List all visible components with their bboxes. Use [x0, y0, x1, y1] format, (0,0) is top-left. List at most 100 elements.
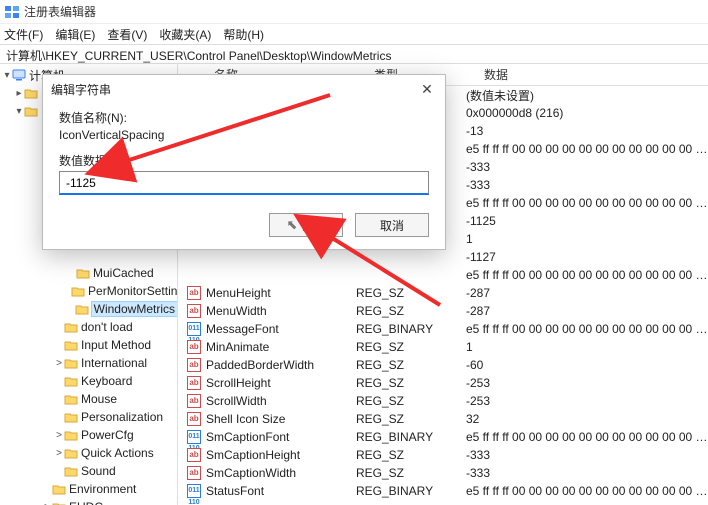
cell-data: e5 ff ff ff 00 00 00 00 00 00 00 00 00 0… [458, 430, 708, 444]
dialog-title: 编辑字符串 [51, 81, 111, 98]
list-row[interactable]: 011110SmCaptionFontREG_BINARYe5 ff ff ff… [178, 428, 708, 446]
cell-type: REG_SZ [348, 340, 458, 354]
list-row[interactable]: e5 ff ff ff 00 00 00 00 00 00 00 00 00 0… [178, 266, 708, 284]
cell-type: REG_BINARY [348, 322, 458, 336]
tree-label: PowerCfg [81, 428, 134, 442]
chevron-right-icon[interactable]: > [54, 358, 64, 369]
tree-item[interactable]: ▸Mouse [0, 390, 177, 408]
list-row[interactable]: 011110MessageFontREG_BINARYe5 ff ff ff 0… [178, 320, 708, 338]
cell-name: SmCaptionHeight [206, 448, 348, 462]
tree-label: Personalization [81, 410, 163, 424]
tree-item[interactable]: > Quick Actions [0, 444, 177, 462]
cell-type: REG_BINARY [348, 484, 458, 498]
value-name: IconVerticalSpacing [59, 128, 429, 142]
ok-button[interactable]: ⬉确定 [269, 213, 343, 237]
cell-type: REG_SZ [348, 304, 458, 318]
cell-name: Shell Icon Size [206, 412, 348, 426]
cell-data: e5 ff ff ff 00 00 00 00 00 00 00 00 00 0… [458, 484, 708, 498]
tree-label: Quick Actions [81, 446, 154, 460]
cell-name: SmCaptionFont [206, 430, 348, 444]
folder-icon [64, 410, 78, 424]
list-row[interactable]: 011110StatusFontREG_BINARYe5 ff ff ff 00… [178, 482, 708, 500]
tree-label: Input Method [81, 338, 151, 352]
value-data-input[interactable] [59, 171, 429, 195]
menu-view[interactable]: 查看(V) [107, 26, 147, 43]
cell-type: REG_SZ [348, 394, 458, 408]
tree-label: PerMonitorSettin [88, 284, 177, 298]
list-row[interactable]: abMinAnimateREG_SZ1 [178, 338, 708, 356]
list-row[interactable]: abSmCaptionWidthREG_SZ-333 [178, 464, 708, 482]
menubar: 文件(F) 编辑(E) 查看(V) 收藏夹(A) 帮助(H) [0, 24, 708, 44]
folder-icon [64, 446, 78, 460]
cell-data: -253 [458, 376, 708, 390]
list-row[interactable]: abSmCaptionHeightREG_SZ-333 [178, 446, 708, 464]
cell-name: MessageFont [206, 322, 348, 336]
list-row[interactable]: abScrollWidthREG_SZ-253 [178, 392, 708, 410]
cell-type: REG_SZ [348, 358, 458, 372]
cell-data: -60 [458, 358, 708, 372]
chevron-right-icon[interactable]: ▸ [14, 88, 24, 99]
cell-type: REG_SZ [348, 376, 458, 390]
string-value-icon: ab [187, 448, 201, 462]
tree-label: Environment [69, 482, 136, 496]
cell-data: 32 [458, 412, 708, 426]
cell-data: -333 [458, 178, 708, 192]
menu-help[interactable]: 帮助(H) [223, 26, 264, 43]
tree-item[interactable]: ▸WindowMetrics [0, 300, 177, 318]
cell-type: REG_SZ [348, 286, 458, 300]
cell-data: (数值未设置) [458, 87, 708, 104]
chevron-right-icon[interactable]: > [54, 448, 64, 459]
tree-item[interactable]: ▸MuiCached [0, 264, 177, 282]
tree-item[interactable]: ▸Input Method [0, 336, 177, 354]
tree-item[interactable]: ▸Sound [0, 462, 177, 480]
tree-label: EUDC [69, 500, 103, 505]
tree-label: WindowMetrics [92, 302, 177, 316]
tree-item[interactable]: ▸Environment [0, 480, 177, 498]
tree-item[interactable]: ▸Keyboard [0, 372, 177, 390]
cell-data: -253 [458, 394, 708, 408]
chevron-down-icon[interactable]: ▾ [14, 106, 24, 117]
folder-icon [52, 500, 66, 505]
string-value-icon: ab [187, 340, 201, 354]
titlebar: 注册表编辑器 [0, 0, 708, 24]
tree-item[interactable]: > PowerCfg [0, 426, 177, 444]
chevron-right-icon[interactable]: > [42, 502, 52, 505]
cancel-button[interactable]: 取消 [355, 213, 429, 237]
tree-item[interactable]: >International [0, 354, 177, 372]
tree-item[interactable]: ▸PerMonitorSettin [0, 282, 177, 300]
tree-item[interactable]: ▸don't load [0, 318, 177, 336]
menu-file[interactable]: 文件(F) [4, 26, 43, 43]
cell-data: -287 [458, 286, 708, 300]
tree-label: MuiCached [93, 266, 154, 280]
cell-type: REG_SZ [348, 448, 458, 462]
menu-edit[interactable]: 编辑(E) [55, 26, 95, 43]
folder-icon [64, 392, 78, 406]
col-data[interactable]: 数据 [476, 66, 708, 83]
list-row[interactable]: abMenuWidthREG_SZ-287 [178, 302, 708, 320]
tree-item[interactable]: ▸Personalization [0, 408, 177, 426]
edit-string-dialog: 编辑字符串 ✕ 数值名称(N): IconVerticalSpacing 数值数… [42, 74, 446, 250]
tree-label: Keyboard [81, 374, 132, 388]
window-title: 注册表编辑器 [24, 3, 96, 20]
dialog-titlebar[interactable]: 编辑字符串 ✕ [43, 75, 445, 103]
address-bar[interactable]: 计算机\HKEY_CURRENT_USER\Control Panel\Desk… [0, 44, 708, 64]
list-row[interactable]: abShell Icon SizeREG_SZ32 [178, 410, 708, 428]
list-row[interactable]: -1127 [178, 248, 708, 266]
folder-icon [24, 104, 38, 118]
cell-name: MinAnimate [206, 340, 348, 354]
list-row[interactable]: abScrollHeightREG_SZ-253 [178, 374, 708, 392]
chevron-right-icon[interactable]: > [54, 430, 64, 441]
list-row[interactable]: abPaddedBorderWidthREG_SZ-60 [178, 356, 708, 374]
binary-value-icon: 011110 [187, 430, 201, 444]
string-value-icon: ab [187, 286, 201, 300]
chevron-down-icon[interactable]: ▾ [2, 70, 12, 81]
tree-label: Sound [81, 464, 116, 478]
folder-icon [71, 284, 85, 298]
menu-favorites[interactable]: 收藏夹(A) [159, 26, 211, 43]
binary-value-icon: 011110 [187, 322, 201, 336]
close-icon[interactable]: ✕ [417, 81, 437, 98]
app-icon [4, 4, 20, 20]
list-row[interactable]: abMenuHeightREG_SZ-287 [178, 284, 708, 302]
tree-item[interactable]: > EUDC [0, 498, 177, 505]
string-value-icon: ab [187, 412, 201, 426]
